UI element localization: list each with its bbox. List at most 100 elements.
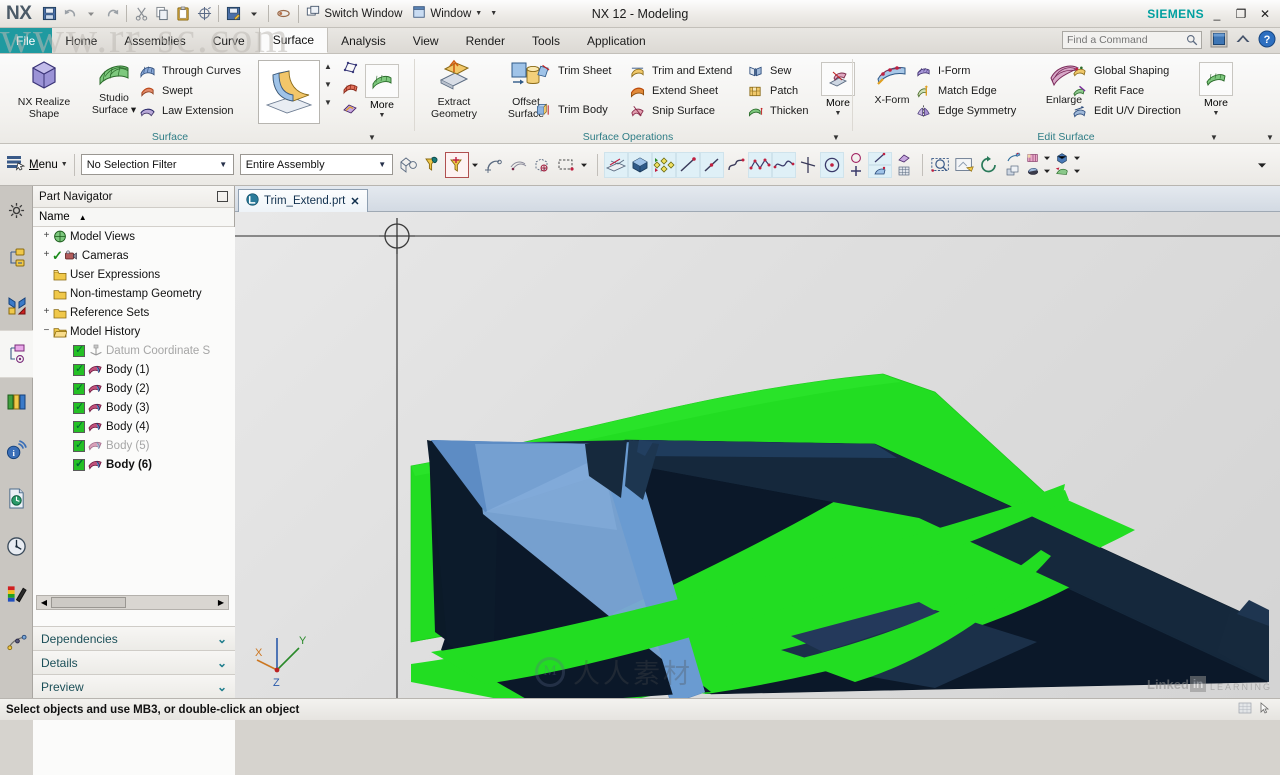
sketch-curve-icon[interactable] [867,151,892,165]
web-browser-icon[interactable] [0,474,33,522]
window-menu-button[interactable]: Window ▼ ▼ [410,5,499,22]
assembly-navigator-icon[interactable] [0,234,33,282]
restore-button[interactable]: ❐ [1230,3,1252,25]
tab-analysis[interactable]: Analysis [328,28,400,53]
history-icon[interactable] [0,522,33,570]
ribbon-display-icon[interactable] [1210,30,1228,51]
gallery-expand-icon[interactable]: ▼ [324,98,332,107]
studio-spline-icon[interactable] [747,151,772,178]
show-hide-icon[interactable] [603,151,628,178]
save-as-dropdown-icon[interactable] [244,4,264,24]
edit-uv-direction-button[interactable]: Edit U/V Direction [1072,101,1181,120]
sort-ascending-icon[interactable]: ▲ [79,213,87,222]
document-tab[interactable]: Trim_Extend.prt ✕ [238,189,368,212]
tree-item-cameras[interactable]: + ✓ Cameras [33,246,235,265]
redo-icon[interactable] [102,4,122,24]
sew-button[interactable]: Sew [748,61,791,80]
select-dropdown-icon[interactable] [578,152,591,178]
bounded-plane-icon[interactable] [342,102,358,119]
scroll-right-icon[interactable]: ▶ [214,598,228,607]
line-point-icon[interactable] [699,151,724,178]
selection-filter-select[interactable]: No Selection Filter ▼ [80,154,234,175]
chevron-down-icon[interactable]: ▼ [375,160,390,169]
minimize-button[interactable]: _ [1206,3,1228,25]
ribbon-collapse-icon[interactable]: ▼ [1266,133,1274,142]
edge-symmetry-button[interactable]: Edge Symmetry [916,101,1016,120]
tab-render[interactable]: Render [453,28,519,53]
extract-geometry-button[interactable]: Extract Geometry [418,58,490,120]
section-preview[interactable]: Preview ⌄ [33,674,235,698]
orient-dropdown-icon[interactable] [1071,152,1083,165]
gallery-scroll-down-icon[interactable]: ▼ [324,80,332,89]
reuse-library-icon[interactable] [0,378,33,426]
datum-axis-icon[interactable] [796,152,820,178]
patch-button[interactable]: Patch [748,81,798,100]
scrollbar-thumb[interactable] [51,597,126,608]
plus-icon[interactable] [844,165,868,178]
status-grid-icon[interactable] [1238,702,1252,717]
nx-realize-shape-button[interactable]: NX Realize Shape [8,58,80,120]
visibility-checkbox[interactable] [73,343,85,357]
curve-rule-icon[interactable] [482,152,506,178]
tab-tools[interactable]: Tools [519,28,574,53]
circle-center-icon[interactable] [819,151,844,178]
four-point-surface-icon[interactable] [342,60,358,77]
refit-face-button[interactable]: Refit Face [1072,81,1144,100]
tab-file[interactable]: File [0,28,53,53]
expander-icon[interactable]: + [41,231,52,242]
layout-icon[interactable] [1001,165,1025,178]
chevron-down-icon[interactable]: ⌄ [217,680,227,694]
surface-group-expand-icon[interactable]: ▼ [368,133,376,142]
point-snap-filter-icon[interactable] [444,151,469,178]
match-edge-button[interactable]: Match Edge [916,81,997,100]
chevron-down-icon[interactable]: ▼ [61,161,68,168]
tree-item-body-3[interactable]: Body (3) [33,398,235,417]
tree-item-body-4[interactable]: Body (4) [33,417,235,436]
visibility-checkbox[interactable] [73,438,85,452]
visibility-checkbox[interactable] [73,419,85,433]
tab-view[interactable]: View [400,28,453,53]
render-style-icon[interactable] [1001,152,1025,165]
snip-surface-button[interactable]: Snip Surface [630,101,715,120]
tab-assemblies[interactable]: Assemblies [111,28,199,53]
layout-dropdown-icon[interactable] [1041,152,1053,165]
surface-gallery[interactable] [258,60,320,124]
undo-dropdown-icon[interactable] [81,4,101,24]
tab-application[interactable]: Application [574,28,660,53]
line-icon[interactable] [675,151,700,178]
section-details[interactable]: Details ⌄ [33,650,235,674]
save-as-icon[interactable] [223,4,243,24]
touch-mode-icon[interactable] [273,4,293,24]
edit-surface-more-button[interactable]: More ▼ [1194,62,1238,117]
chevron-down-icon[interactable]: ▼ [835,110,842,117]
snap-filter-icon[interactable] [421,152,445,178]
move-object-icon[interactable] [651,151,676,178]
settings-icon[interactable] [0,186,33,234]
grid-icon[interactable] [892,165,916,178]
tab-curve[interactable]: Curve [200,28,259,53]
paste-icon[interactable] [173,4,193,24]
visibility-checkbox[interactable] [73,362,85,376]
zoom-window-icon[interactable] [929,152,953,178]
chevron-down-icon[interactable]: ▼ [216,160,231,169]
point-icon[interactable] [867,164,892,178]
overflow-chevron-icon[interactable]: ▼ [490,10,497,17]
switch-window-button[interactable]: Switch Window [304,5,404,22]
show-shaded-icon[interactable] [627,151,652,178]
chevron-up-icon[interactable] [1234,31,1252,50]
sketch-icon[interactable] [892,152,916,165]
global-shaping-button[interactable]: Global Shaping [1072,61,1169,80]
tree-item-reference-sets[interactable]: + Reference Sets [33,303,235,322]
part-navigator-column-header[interactable]: Name ▲ [33,208,234,227]
tree-item-datum-csys[interactable]: Datum Coordinate S [33,341,235,360]
select-objects-icon[interactable] [397,152,421,178]
section-dependencies[interactable]: Dependencies ⌄ [33,626,235,650]
expander-icon[interactable]: + [41,250,52,261]
edit-surface-group-expand-icon[interactable]: ▼ [1210,133,1218,142]
tree-horizontal-scrollbar[interactable]: ◀ ▶ [36,595,229,610]
visualize-icon[interactable] [1025,152,1041,165]
extend-sheet-button[interactable]: Extend Sheet [630,81,718,100]
graphics-viewport[interactable]: X Y Z M 人人素材 Linked in LEARNING [235,212,1280,698]
chevron-down-icon[interactable]: ▼ [379,112,386,119]
snap-dropdown-icon[interactable] [469,152,482,178]
